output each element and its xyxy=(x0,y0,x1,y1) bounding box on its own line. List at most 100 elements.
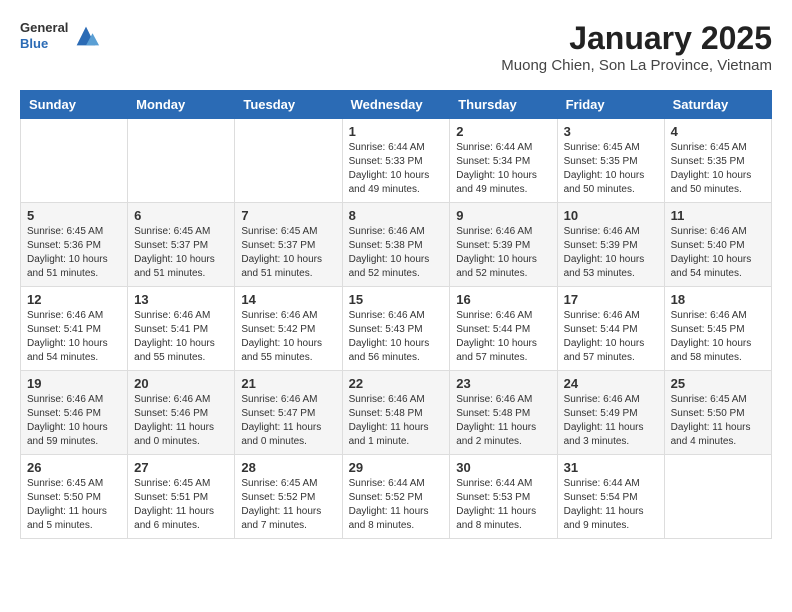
day-number: 23 xyxy=(456,376,550,391)
calendar-cell: 5 Sunrise: 6:45 AMSunset: 5:36 PMDaylight… xyxy=(21,203,128,287)
day-info: Sunrise: 6:45 AMSunset: 5:52 PMDaylight:… xyxy=(241,477,335,533)
calendar-cell: 12 Sunrise: 6:46 AMSunset: 5:41 PMDayligh… xyxy=(21,287,128,371)
day-info: Sunrise: 6:46 AMSunset: 5:48 PMDaylight:… xyxy=(456,393,550,449)
day-number: 29 xyxy=(349,460,444,475)
header-thursday: Thursday xyxy=(450,91,557,119)
calendar-cell: 29 Sunrise: 6:44 AMSunset: 5:52 PMDayligh… xyxy=(342,455,450,539)
day-info: Sunrise: 6:44 AMSunset: 5:53 PMDaylight:… xyxy=(456,477,550,533)
day-number: 2 xyxy=(456,124,550,139)
calendar-cell: 19Sunrise: 6:46 AMSunset: 5:46 PMDayligh… xyxy=(21,371,128,455)
calendar-cell: 4Sunrise: 6:45 AMSunset: 5:35 PMDaylight… xyxy=(664,119,771,203)
calendar-cell: 1 Sunrise: 6:44 AMSunset: 5:33 PMDaylight… xyxy=(342,119,450,203)
calendar-cell: 9 Sunrise: 6:46 AMSunset: 5:39 PMDaylight… xyxy=(450,203,557,287)
header-saturday: Saturday xyxy=(664,91,771,119)
day-number: 5 xyxy=(27,208,121,223)
calendar-cell: 16Sunrise: 6:46 AMSunset: 5:44 PMDayligh… xyxy=(450,287,557,371)
day-info: Sunrise: 6:46 AMSunset: 5:46 PMDaylight:… xyxy=(134,393,228,449)
day-number: 25 xyxy=(671,376,765,391)
header-friday: Friday xyxy=(557,91,664,119)
calendar-cell: 10Sunrise: 6:46 AMSunset: 5:39 PMDayligh… xyxy=(557,203,664,287)
day-number: 20 xyxy=(134,376,228,391)
day-info: Sunrise: 6:44 AMSunset: 5:54 PMDaylight:… xyxy=(564,477,658,533)
calendar-cell: 21 Sunrise: 6:46 AMSunset: 5:47 PMDayligh… xyxy=(235,371,342,455)
day-number: 21 xyxy=(241,376,335,391)
week-row-0: 1 Sunrise: 6:44 AMSunset: 5:33 PMDaylight… xyxy=(21,119,772,203)
calendar-cell: 15 Sunrise: 6:46 AMSunset: 5:43 PMDayligh… xyxy=(342,287,450,371)
header-monday: Monday xyxy=(128,91,235,119)
header-sunday: Sunday xyxy=(21,91,128,119)
day-info: Sunrise: 6:45 AMSunset: 5:35 PMDaylight:… xyxy=(564,141,658,197)
page-title: January 2025 xyxy=(501,20,772,57)
page-subtitle: Muong Chien, Son La Province, Vietnam xyxy=(501,57,772,74)
calendar-cell: 27Sunrise: 6:45 AMSunset: 5:51 PMDayligh… xyxy=(128,455,235,539)
day-number: 13 xyxy=(134,292,228,307)
day-number: 12 xyxy=(27,292,121,307)
day-info: Sunrise: 6:46 AMSunset: 5:39 PMDaylight:… xyxy=(456,225,550,281)
day-number: 9 xyxy=(456,208,550,223)
calendar-cell: 8 Sunrise: 6:46 AMSunset: 5:38 PMDaylight… xyxy=(342,203,450,287)
day-info: Sunrise: 6:46 AMSunset: 5:43 PMDaylight:… xyxy=(349,309,444,365)
day-number: 6 xyxy=(134,208,228,223)
logo-text: General Blue xyxy=(20,20,68,51)
day-info: Sunrise: 6:46 AMSunset: 5:44 PMDaylight:… xyxy=(564,309,658,365)
day-info: Sunrise: 6:46 AMSunset: 5:49 PMDaylight:… xyxy=(564,393,658,449)
day-number: 27 xyxy=(134,460,228,475)
day-info: Sunrise: 6:45 AMSunset: 5:37 PMDaylight:… xyxy=(241,225,335,281)
day-info: Sunrise: 6:46 AMSunset: 5:38 PMDaylight:… xyxy=(349,225,444,281)
day-number: 15 xyxy=(349,292,444,307)
day-info: Sunrise: 6:46 AMSunset: 5:48 PMDaylight:… xyxy=(349,393,444,449)
calendar-cell: 11 Sunrise: 6:46 AMSunset: 5:40 PMDayligh… xyxy=(664,203,771,287)
calendar-cell: 24 Sunrise: 6:46 AMSunset: 5:49 PMDayligh… xyxy=(557,371,664,455)
calendar-cell: 28 Sunrise: 6:45 AMSunset: 5:52 PMDayligh… xyxy=(235,455,342,539)
week-row-2: 12 Sunrise: 6:46 AMSunset: 5:41 PMDayligh… xyxy=(21,287,772,371)
header-tuesday: Tuesday xyxy=(235,91,342,119)
day-number: 22 xyxy=(349,376,444,391)
calendar-cell: 22 Sunrise: 6:46 AMSunset: 5:48 PMDayligh… xyxy=(342,371,450,455)
day-number: 24 xyxy=(564,376,658,391)
calendar-cell: 14 Sunrise: 6:46 AMSunset: 5:42 PMDayligh… xyxy=(235,287,342,371)
calendar-cell: 26 Sunrise: 6:45 AMSunset: 5:50 PMDayligh… xyxy=(21,455,128,539)
day-number: 4 xyxy=(671,124,765,139)
calendar-cell: 25 Sunrise: 6:45 AMSunset: 5:50 PMDayligh… xyxy=(664,371,771,455)
day-number: 31 xyxy=(564,460,658,475)
calendar-cell: 7 Sunrise: 6:45 AMSunset: 5:37 PMDaylight… xyxy=(235,203,342,287)
calendar-cell: 20 Sunrise: 6:46 AMSunset: 5:46 PMDayligh… xyxy=(128,371,235,455)
day-info: Sunrise: 6:46 AMSunset: 5:47 PMDaylight:… xyxy=(241,393,335,449)
calendar-cell: 30Sunrise: 6:44 AMSunset: 5:53 PMDayligh… xyxy=(450,455,557,539)
day-info: Sunrise: 6:46 AMSunset: 5:41 PMDaylight:… xyxy=(27,309,121,365)
day-number: 14 xyxy=(241,292,335,307)
day-number: 18 xyxy=(671,292,765,307)
day-number: 17 xyxy=(564,292,658,307)
day-info: Sunrise: 6:46 AMSunset: 5:40 PMDaylight:… xyxy=(671,225,765,281)
day-info: Sunrise: 6:44 AMSunset: 5:34 PMDaylight:… xyxy=(456,141,550,197)
week-row-4: 26 Sunrise: 6:45 AMSunset: 5:50 PMDayligh… xyxy=(21,455,772,539)
day-number: 28 xyxy=(241,460,335,475)
day-info: Sunrise: 6:45 AMSunset: 5:36 PMDaylight:… xyxy=(27,225,121,281)
day-info: Sunrise: 6:45 AMSunset: 5:37 PMDaylight:… xyxy=(134,225,228,281)
day-number: 1 xyxy=(349,124,444,139)
day-info: Sunrise: 6:45 AMSunset: 5:50 PMDaylight:… xyxy=(671,393,765,449)
calendar-table: SundayMondayTuesdayWednesdayThursdayFrid… xyxy=(20,90,772,539)
calendar-cell xyxy=(21,119,128,203)
day-info: Sunrise: 6:46 AMSunset: 5:39 PMDaylight:… xyxy=(564,225,658,281)
day-info: Sunrise: 6:45 AMSunset: 5:50 PMDaylight:… xyxy=(27,477,121,533)
calendar-header-row: SundayMondayTuesdayWednesdayThursdayFrid… xyxy=(21,91,772,119)
logo-general: General xyxy=(20,20,68,36)
logo: General Blue xyxy=(20,20,100,51)
day-number: 11 xyxy=(671,208,765,223)
day-info: Sunrise: 6:44 AMSunset: 5:33 PMDaylight:… xyxy=(349,141,444,197)
day-number: 19 xyxy=(27,376,121,391)
calendar-cell xyxy=(235,119,342,203)
calendar-cell: 6 Sunrise: 6:45 AMSunset: 5:37 PMDaylight… xyxy=(128,203,235,287)
logo-icon xyxy=(72,22,100,50)
day-info: Sunrise: 6:44 AMSunset: 5:52 PMDaylight:… xyxy=(349,477,444,533)
logo-blue: Blue xyxy=(20,36,68,52)
calendar-cell: 2 Sunrise: 6:44 AMSunset: 5:34 PMDaylight… xyxy=(450,119,557,203)
day-info: Sunrise: 6:46 AMSunset: 5:42 PMDaylight:… xyxy=(241,309,335,365)
calendar-cell: 23 Sunrise: 6:46 AMSunset: 5:48 PMDayligh… xyxy=(450,371,557,455)
page-header: General Blue January 2025 Muong Chien, S… xyxy=(20,20,772,74)
day-number: 7 xyxy=(241,208,335,223)
day-number: 3 xyxy=(564,124,658,139)
day-number: 26 xyxy=(27,460,121,475)
day-number: 8 xyxy=(349,208,444,223)
